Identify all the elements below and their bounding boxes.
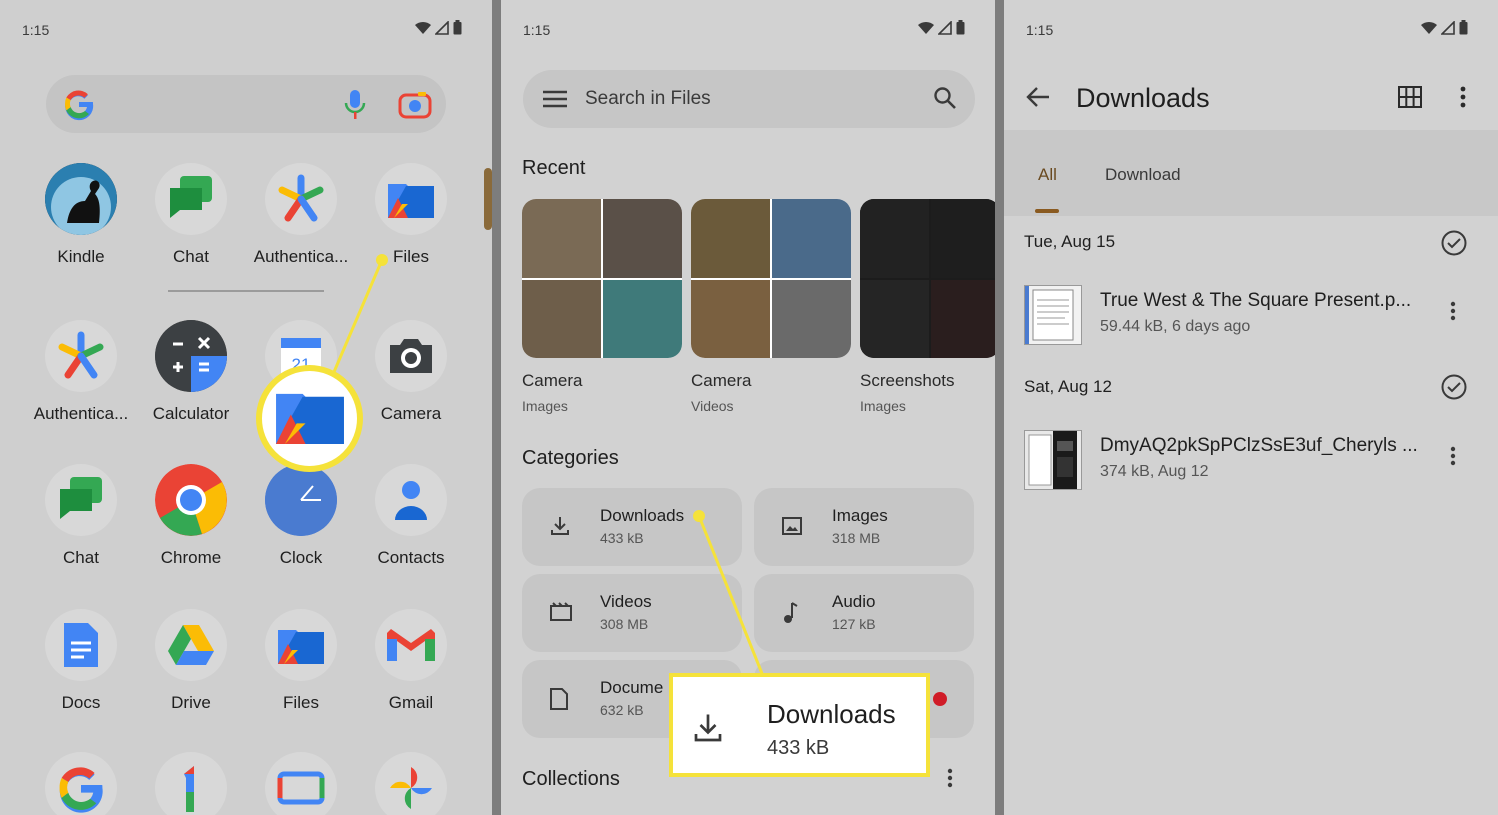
back-arrow-icon[interactable]	[1026, 86, 1050, 113]
file-meta: 59.44 kB, 6 days ago	[1100, 318, 1251, 335]
status-bar: 1:15	[1026, 20, 1468, 40]
tab-all[interactable]: All	[1038, 165, 1057, 185]
callout-connector	[332, 254, 388, 373]
date-header: Sat, Aug 12	[1024, 377, 1112, 396]
more-vert-icon[interactable]	[1450, 301, 1456, 326]
tabs-bar	[1004, 130, 1498, 216]
file-thumbnail	[1024, 285, 1082, 345]
file-meta: 374 kB, Aug 12	[1100, 463, 1209, 480]
more-vert-icon[interactable]	[1450, 446, 1456, 471]
callout-name: Downloads	[767, 699, 896, 729]
file-row[interactable]: DmyAQ2pkSpPClzSsE3uf_Cheryls ... 374 kB,…	[1004, 430, 1498, 500]
more-vert-icon[interactable]	[1460, 86, 1466, 113]
file-name: DmyAQ2pkSpPClzSsE3uf_Cheryls ...	[1100, 435, 1418, 456]
files-highlight-callout[interactable]	[256, 365, 363, 472]
status-icons	[1421, 20, 1468, 35]
files-home-panel: 1:15 Search in Files Recent Camera Image…	[501, 0, 995, 815]
battery-icon	[1459, 20, 1468, 35]
collections-heading: Collections	[522, 768, 620, 790]
page-title: Downloads	[1076, 83, 1210, 113]
more-vert-icon[interactable]	[947, 768, 953, 793]
file-thumbnail	[1024, 430, 1082, 490]
select-all-check-icon[interactable]	[1441, 230, 1467, 261]
downloads-zoom-callout[interactable]: Downloads 433 kB	[669, 673, 930, 777]
tab-download[interactable]: Download	[1105, 165, 1181, 185]
date-header: Tue, Aug 15	[1024, 232, 1116, 251]
grid-view-icon[interactable]	[1398, 86, 1422, 113]
download-icon	[693, 713, 723, 748]
file-row[interactable]: True West & The Square Present.p... 59.4…	[1004, 285, 1498, 355]
status-time: 1:15	[1026, 22, 1054, 38]
downloads-panel: 1:15 Downloads All Download Tue, Aug 15 …	[1004, 0, 1498, 815]
signal-icon	[1441, 20, 1455, 35]
file-name: True West & The Square Present.p...	[1100, 290, 1412, 311]
callout-size: 433 kB	[767, 737, 830, 759]
app-drawer-panel: 1:15 Kindle Chat Authentica... Files Aut…	[0, 0, 492, 815]
files-icon	[272, 385, 348, 452]
notification-dot	[933, 692, 947, 706]
active-tab-indicator	[1035, 209, 1059, 213]
select-all-check-icon[interactable]	[1441, 374, 1467, 405]
wifi-icon	[1421, 21, 1437, 34]
